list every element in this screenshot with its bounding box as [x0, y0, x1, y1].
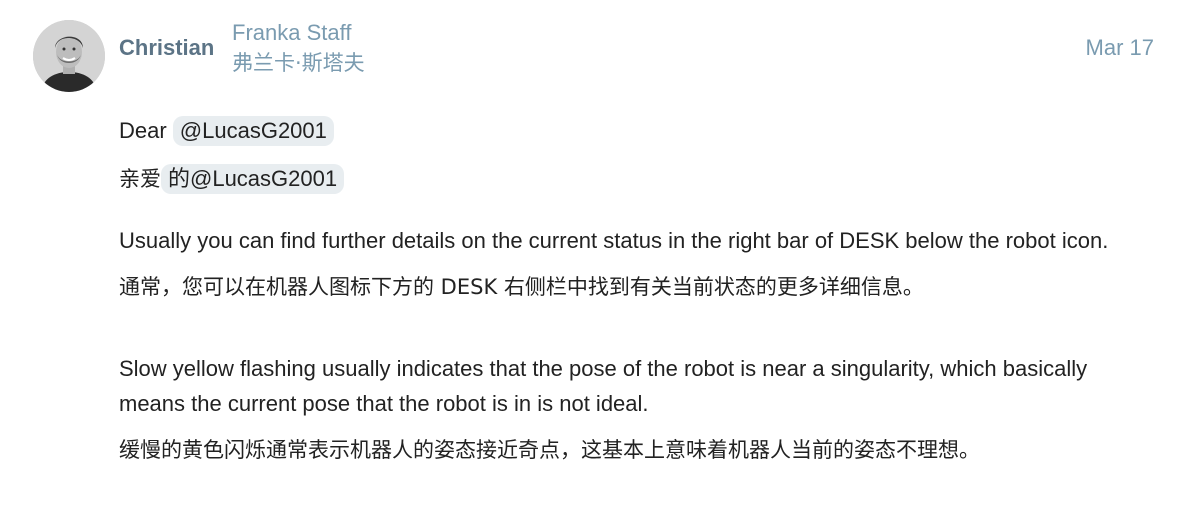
- greeting-prefix: Dear: [119, 118, 173, 143]
- post-date[interactable]: Mar 17: [1086, 35, 1154, 61]
- user-mention[interactable]: @LucasG2001: [172, 116, 334, 146]
- greeting: Dear @LucasG2001: [119, 113, 1154, 148]
- paragraph-en: Slow yellow flashing usually indicates t…: [119, 356, 1088, 416]
- post-body: Dear @LucasG2001 亲爱 的@LucasG2001 Usually …: [119, 112, 1154, 468]
- paragraph-cn: 缓慢的黄色闪烁通常表示机器人的姿态接近奇点，这基本上意味着机器人当前的姿态不理想…: [119, 438, 980, 462]
- user-mention-cn[interactable]: 的@LucasG2001: [161, 164, 345, 194]
- greeting-cn: 亲爱 的@LucasG2001: [119, 161, 1154, 197]
- user-title: Franka Staff 弗兰卡·斯塔夫: [232, 18, 365, 78]
- avatar[interactable]: [33, 20, 105, 92]
- paragraph-cn: 通常，您可以在机器人图标下方的 DESK 右侧栏中找到有关当前状态的更多详细信息…: [119, 275, 924, 299]
- greeting-cn-prefix: 亲爱: [119, 167, 161, 191]
- paragraph-en: Usually you can find further details on …: [119, 228, 1109, 253]
- user-title-cn: 弗兰卡·斯塔夫: [232, 51, 365, 75]
- user-title-en: Franka Staff: [232, 20, 352, 45]
- forum-post: Christian Franka Staff 弗兰卡·斯塔夫 Mar 17 De…: [0, 0, 1186, 524]
- username-link[interactable]: Christian: [119, 35, 214, 61]
- avatar-portrait: [33, 20, 105, 92]
